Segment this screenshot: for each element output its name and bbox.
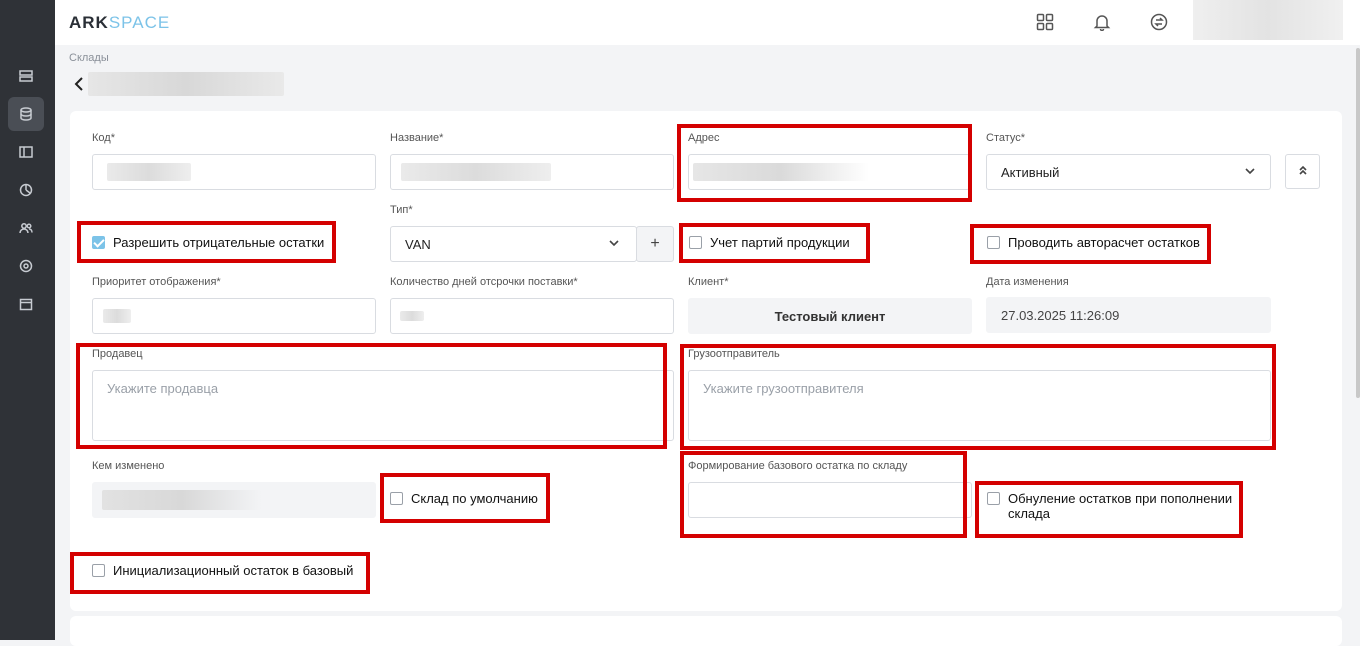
footer-card — [70, 616, 1342, 646]
batch-accounting-label: Учет партий продукции — [710, 235, 850, 250]
database-icon — [20, 107, 32, 121]
client-label: Клиент* — [688, 276, 729, 288]
name-value — [401, 163, 551, 181]
allow-negative-label: Разрешить отрицательные остатки — [113, 235, 325, 250]
breadcrumb[interactable]: Склады — [69, 52, 109, 64]
layout-icon — [19, 146, 33, 158]
modified-by-label: Кем изменено — [92, 460, 165, 472]
shipper-label: Грузоотправитель — [688, 348, 780, 360]
calendar-icon — [19, 298, 33, 311]
modified-date-label: Дата изменения — [986, 276, 1069, 288]
sidebar-item-users[interactable] — [8, 211, 44, 245]
sidebar-item-reports[interactable] — [8, 173, 44, 207]
default-warehouse-checkbox[interactable]: Склад по умолчанию — [390, 491, 538, 506]
base-stock-label: Формирование базового остатка по складу — [688, 460, 908, 472]
page-title — [88, 72, 284, 96]
seller-textarea[interactable]: Укажите продавца — [92, 370, 674, 441]
name-field[interactable] — [390, 154, 674, 190]
delay-days-field[interactable] — [390, 298, 674, 334]
batch-accounting-checkbox[interactable]: Учет партий продукции — [689, 235, 850, 250]
name-label: Название* — [390, 132, 444, 144]
default-warehouse-label: Склад по умолчанию — [411, 491, 538, 506]
delay-days-label: Количество дней отсрочки поставки* — [390, 276, 578, 288]
reset-on-replenish-checkbox[interactable]: Обнуление остатков при пополнении склада — [987, 491, 1237, 521]
checkbox-checked-icon[interactable] — [92, 236, 105, 249]
code-field[interactable] — [92, 154, 376, 190]
chevrons-up-icon — [1297, 163, 1309, 181]
reset-on-replenish-label: Обнуление остатков при пополнении склада — [1008, 491, 1233, 521]
apps-grid-icon[interactable] — [1035, 12, 1055, 32]
back-arrow-icon[interactable] — [73, 76, 87, 92]
user-profile[interactable] — [1193, 0, 1343, 40]
type-value: VAN — [405, 236, 431, 252]
modified-date-field: 27.03.2025 11:26:09 — [986, 297, 1271, 333]
priority-label: Приоритет отображения* — [92, 276, 221, 288]
address-field[interactable] — [688, 154, 970, 190]
code-label: Код* — [92, 132, 115, 144]
auto-calc-label: Проводить авторасчет остатков — [1008, 235, 1200, 250]
scrollbar-thumb[interactable] — [1356, 48, 1360, 398]
checkbox-icon[interactable] — [987, 492, 1000, 505]
modified-by-field — [92, 482, 376, 518]
type-select[interactable]: VAN — [390, 226, 637, 262]
modified-by-value — [102, 490, 262, 510]
status-value: Активный — [1001, 164, 1060, 180]
server-icon — [19, 70, 33, 82]
sidebar-item-servers[interactable] — [8, 59, 44, 93]
init-stock-base-label: Инициализационный остаток в базовый — [113, 563, 354, 578]
code-value — [107, 163, 191, 181]
client-field[interactable]: Тестовый клиент — [688, 298, 972, 334]
top-bar: ARKSPACE — [55, 0, 1360, 45]
sidebar — [0, 0, 55, 640]
status-label: Статус* — [986, 132, 1026, 144]
delay-days-value — [400, 311, 424, 321]
bell-icon[interactable] — [1092, 12, 1112, 32]
auto-calc-checkbox[interactable]: Проводить авторасчет остатков — [987, 235, 1200, 250]
settings-icon — [19, 259, 33, 273]
checkbox-icon[interactable] — [390, 492, 403, 505]
status-select[interactable]: Активный — [986, 154, 1271, 190]
chevron-down-icon — [1244, 165, 1256, 180]
users-icon — [19, 223, 33, 234]
type-label: Тип* — [390, 204, 413, 216]
seller-label: Продавец — [92, 348, 143, 360]
checkbox-icon[interactable] — [92, 564, 105, 577]
address-label: Адрес — [688, 132, 720, 144]
address-value — [693, 163, 869, 181]
checkbox-icon[interactable] — [987, 236, 1000, 249]
sidebar-item-warehouses[interactable] — [8, 97, 44, 131]
sync-icon[interactable] — [1149, 12, 1169, 32]
sidebar-item-calendar[interactable] — [8, 287, 44, 321]
sidebar-item-settings[interactable] — [8, 249, 44, 283]
plus-icon: + — [650, 235, 660, 252]
collapse-button[interactable] — [1285, 154, 1320, 189]
chevron-down-icon — [608, 237, 620, 252]
sidebar-item-layout[interactable] — [8, 135, 44, 169]
checkbox-icon[interactable] — [689, 236, 702, 249]
add-type-button[interactable]: + — [636, 226, 674, 262]
base-stock-field[interactable] — [688, 482, 972, 518]
logo[interactable]: ARKSPACE — [69, 13, 170, 33]
shipper-textarea[interactable]: Укажите грузоотправителя — [688, 370, 1271, 441]
priority-field[interactable] — [92, 298, 376, 334]
priority-value — [103, 309, 131, 323]
init-stock-base-checkbox[interactable]: Инициализационный остаток в базовый — [92, 563, 353, 578]
pie-chart-icon — [19, 183, 33, 197]
allow-negative-checkbox[interactable]: Разрешить отрицательные остатки — [92, 235, 324, 250]
